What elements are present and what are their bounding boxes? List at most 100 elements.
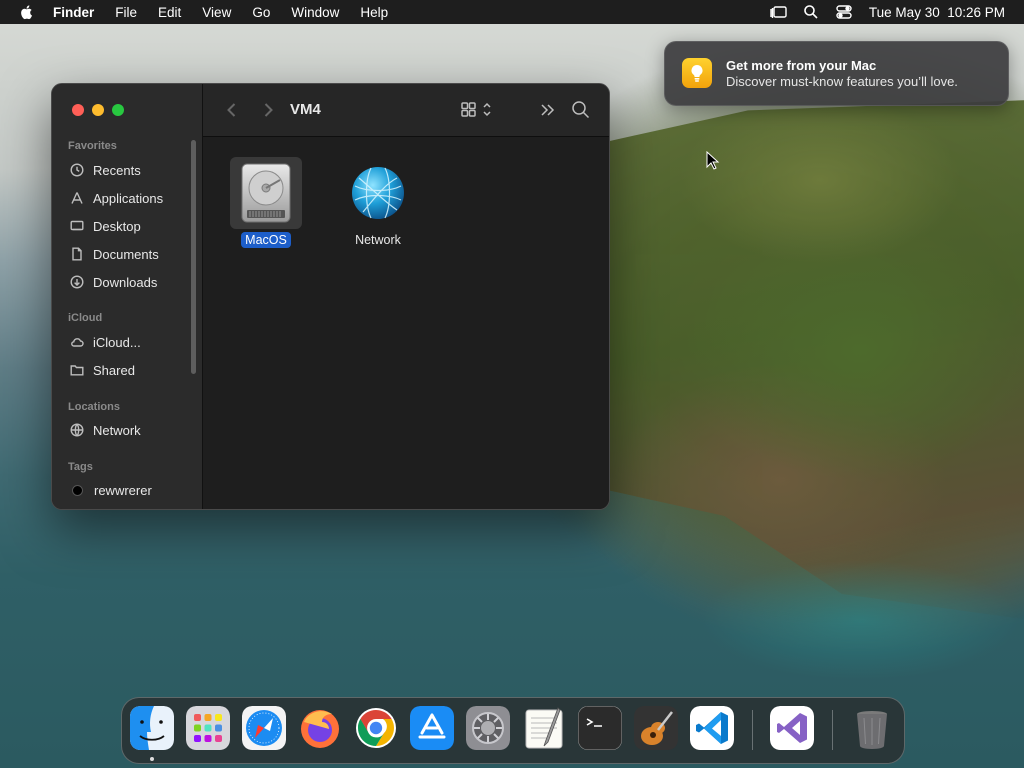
dock-app-visual-studio[interactable] xyxy=(770,706,814,750)
notification-banner[interactable]: Get more from your Mac Discover must-kno… xyxy=(664,41,1009,106)
dock-separator xyxy=(832,710,833,750)
dock-app-terminal[interactable] xyxy=(578,706,622,750)
shared-folder-icon xyxy=(70,365,84,376)
lightbulb-icon xyxy=(682,58,712,88)
menu-go[interactable]: Go xyxy=(252,5,270,20)
cloud-icon xyxy=(71,338,84,347)
dock-app-safari[interactable] xyxy=(242,706,286,750)
dock-app-finder[interactable] xyxy=(130,706,174,750)
safari-compass-icon xyxy=(242,706,286,750)
sidebar-item-label: Downloads xyxy=(93,274,158,290)
document-icon xyxy=(72,247,82,261)
wallpaper-water xyxy=(700,560,1020,680)
icloud-heading: iCloud xyxy=(68,312,103,324)
wallpaper-island xyxy=(560,100,1024,620)
sidebar-item-downloads[interactable]: Downloads xyxy=(70,271,157,293)
finder-sidebar: Favorites Recents Applications Desktop D… xyxy=(52,84,203,509)
guitar-icon xyxy=(634,706,678,750)
dock-app-launchpad[interactable] xyxy=(186,706,230,750)
control-center-icon[interactable] xyxy=(835,4,853,20)
sidebar-item-applications[interactable]: Applications xyxy=(70,187,163,209)
favorites-heading: Favorites xyxy=(68,140,117,152)
minimize-button[interactable] xyxy=(92,104,104,116)
launchpad-icon xyxy=(186,706,230,750)
dock-app-chrome[interactable] xyxy=(354,706,398,750)
file-item-macos[interactable]: MacOS xyxy=(221,157,311,249)
more-toolbar-icon[interactable] xyxy=(539,100,557,120)
sidebar-item-label: Shared xyxy=(93,362,135,378)
trash-icon xyxy=(857,711,887,749)
menu-window[interactable]: Window xyxy=(291,5,339,20)
search-icon[interactable] xyxy=(571,100,591,120)
globe-icon xyxy=(70,423,84,437)
notification-body: Discover must-know features you’ll love. xyxy=(726,74,958,89)
dock-app-garageband[interactable] xyxy=(634,706,678,750)
back-chevron-icon[interactable] xyxy=(223,101,241,119)
dock-app-firefox[interactable] xyxy=(298,706,342,750)
menu-file[interactable]: File xyxy=(115,5,137,20)
chrome-icon xyxy=(356,708,396,748)
sidebar-scrollbar[interactable] xyxy=(191,140,196,374)
sidebar-item-icloud-drive[interactable]: iCloud... xyxy=(70,331,141,353)
apple-menu-icon[interactable] xyxy=(19,4,35,20)
sidebar-item-label: Applications xyxy=(93,190,164,206)
network-globe-icon xyxy=(342,157,414,229)
sidebar-item-label: iCloud... xyxy=(93,334,141,350)
dock-app-trash[interactable] xyxy=(850,706,894,750)
stage-manager-icon[interactable] xyxy=(769,4,787,20)
menu-help[interactable]: Help xyxy=(360,5,388,20)
forward-chevron-icon[interactable] xyxy=(259,101,277,119)
tags-heading: Tags xyxy=(68,461,93,473)
tag-dot-icon xyxy=(72,484,83,496)
app-store-icon xyxy=(410,706,454,750)
sidebar-item-label: Network xyxy=(93,422,141,438)
view-options-icon[interactable] xyxy=(460,100,494,120)
menu-edit[interactable]: Edit xyxy=(158,5,181,20)
sidebar-item-label: Recents xyxy=(93,162,141,178)
menu-bar: Finder File Edit View Go Window Help Tue… xyxy=(0,0,1024,24)
sidebar-item-label: Desktop xyxy=(93,218,141,234)
menu-view[interactable]: View xyxy=(202,5,231,20)
dock xyxy=(121,697,905,764)
sidebar-item-documents[interactable]: Documents xyxy=(70,243,159,265)
zoom-button[interactable] xyxy=(112,104,124,116)
visual-studio-icon xyxy=(770,706,814,750)
window-title: VM4 xyxy=(290,101,321,118)
locations-heading: Locations xyxy=(68,401,120,413)
mouse-cursor-icon xyxy=(706,151,720,170)
dock-app-app-store[interactable] xyxy=(410,706,454,750)
sidebar-item-shared[interactable]: Shared xyxy=(70,359,135,381)
gear-icon xyxy=(466,706,510,750)
sidebar-item-label: rewwrerer xyxy=(94,482,152,498)
window-controls xyxy=(72,104,124,116)
hard-drive-icon xyxy=(230,157,302,229)
file-item-label: MacOS xyxy=(241,232,291,248)
download-icon xyxy=(70,275,84,289)
sidebar-item-label: Documents xyxy=(93,246,159,262)
vscode-icon xyxy=(690,706,734,750)
notification-title: Get more from your Mac xyxy=(726,58,877,73)
menu-app-name[interactable]: Finder xyxy=(53,5,94,20)
dock-app-vscode[interactable] xyxy=(690,706,734,750)
file-item-network[interactable]: Network xyxy=(333,157,423,249)
terminal-icon xyxy=(578,706,622,750)
dock-app-textedit[interactable] xyxy=(522,706,566,750)
dock-app-system-settings[interactable] xyxy=(466,706,510,750)
finder-toolbar: VM4 xyxy=(203,84,609,137)
spotlight-search-icon[interactable] xyxy=(803,4,819,20)
file-item-label: Network xyxy=(355,233,401,247)
textedit-icon xyxy=(525,707,563,749)
dock-separator xyxy=(752,710,753,750)
applications-icon xyxy=(71,192,83,204)
sidebar-item-desktop[interactable]: Desktop xyxy=(70,215,141,237)
close-button[interactable] xyxy=(72,104,84,116)
sidebar-item-network[interactable]: Network xyxy=(70,419,141,441)
sidebar-item-recents[interactable]: Recents xyxy=(70,159,141,181)
running-indicator xyxy=(150,757,154,761)
file-area[interactable]: MacOS Network xyxy=(203,137,609,509)
menu-clock[interactable]: Tue May 30 10:26 PM xyxy=(869,5,1005,20)
firefox-icon xyxy=(301,710,339,748)
clock-icon xyxy=(70,163,84,177)
desktop-icon xyxy=(70,220,84,231)
sidebar-item-tag[interactable]: rewwrerer xyxy=(70,479,152,501)
